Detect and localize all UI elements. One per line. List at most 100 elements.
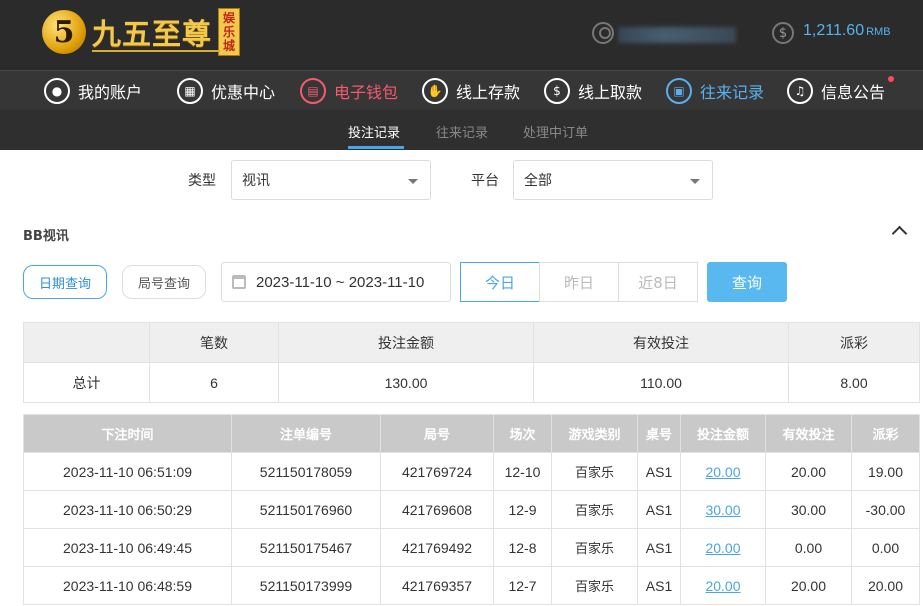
valid-bet: 30.00 <box>765 490 852 529</box>
tab-pending-orders[interactable]: 处理中订单 <box>523 122 588 141</box>
nav-e-wallet[interactable]: ▤ 电子钱包 <box>300 76 398 106</box>
session: 12-9 <box>493 490 552 529</box>
bet-amount-link[interactable]: 20.00 <box>705 540 740 556</box>
deposit-icon: ✋ <box>422 78 448 104</box>
quick-today-button[interactable]: 今日 <box>460 262 540 302</box>
game-type: 百家乐 <box>551 452 638 491</box>
round-id: 421769724 <box>380 452 494 491</box>
payout: 0.00 <box>851 528 920 567</box>
tab-transaction-records[interactable]: 往来记录 <box>436 122 488 141</box>
query-button[interactable]: 查询 <box>707 262 787 302</box>
column-header: 游戏类别 <box>551 414 638 453</box>
bet-time: 2023-11-10 06:49:45 <box>23 528 232 567</box>
bet-time: 2023-11-10 06:51:09 <box>23 452 232 491</box>
summary-header-row: 笔数 投注金额 有效投注 派彩 <box>23 322 920 363</box>
nav-label: 优惠中心 <box>211 83 276 102</box>
table-no: AS1 <box>637 528 681 567</box>
payout: -30.00 <box>851 490 920 529</box>
balance-amount: 1,211.60 <box>803 22 865 39</box>
session: 12-10 <box>493 452 552 491</box>
nav-label: 信息公告 <box>821 83 886 102</box>
nav-label: 线上取款 <box>578 83 643 102</box>
gift-icon: ▦ <box>177 78 203 104</box>
summary-cell: 8.00 <box>788 362 920 403</box>
platform-label: 平台 <box>471 173 499 189</box>
column-header: 注单编号 <box>231 414 381 453</box>
nav-transaction-records[interactable]: ▣ 往来记录 <box>666 76 764 106</box>
top-bar: 5 九五至尊 娱 乐 城 $ 1,211.60 RMB <box>0 0 923 70</box>
valid-bet: 20.00 <box>765 452 852 491</box>
summary-header: 笔数 <box>149 322 279 363</box>
platform-select[interactable]: 全部 <box>513 160 713 200</box>
type-label: 类型 <box>188 173 216 189</box>
date-query-button[interactable]: 日期查询 <box>23 265 107 299</box>
bet-id: 521150178059 <box>231 452 381 491</box>
column-header: 派彩 <box>851 414 920 453</box>
nav-announcements[interactable]: ♫ 信息公告 <box>787 76 895 106</box>
quick-last8days-button[interactable]: 近8日 <box>618 262 698 302</box>
main-nav: ● 我的账户 ▦ 优惠中心 ▤ 电子钱包 ✋ 线上存款 $ 线上取款 ▣ 往来记… <box>0 70 923 110</box>
logo-underline <box>92 50 220 52</box>
brand-badge: 娱 乐 城 <box>218 8 241 56</box>
sub-tabs: 投注记录 往来记录 处理中订单 <box>0 110 923 150</box>
nav-label: 线上存款 <box>456 83 521 102</box>
summary-table: 笔数 投注金额 有效投注 派彩 总计 6 130.00 110.00 8.00 <box>23 322 920 403</box>
logo-emblem: 5 <box>42 10 86 54</box>
badge-char: 城 <box>223 39 236 53</box>
column-header: 投注金额 <box>680 414 766 453</box>
column-header: 桌号 <box>637 414 681 453</box>
column-header: 下注时间 <box>23 414 232 453</box>
user-icon[interactable] <box>592 22 614 44</box>
platform-select-value: 全部 <box>524 173 552 189</box>
type-select[interactable]: 视讯 <box>231 160 431 200</box>
summary-row: 总计 6 130.00 110.00 8.00 <box>23 362 920 403</box>
dollar-icon: $ <box>772 22 794 44</box>
bet-time: 2023-11-10 06:50:29 <box>23 490 232 529</box>
column-header: 局号 <box>380 414 494 453</box>
bet-amount-link[interactable]: 30.00 <box>705 502 740 518</box>
game-type: 百家乐 <box>551 528 638 567</box>
nav-promotions[interactable]: ▦ 优惠中心 <box>177 76 275 106</box>
record-icon: ▣ <box>666 78 692 104</box>
active-tab-indicator <box>348 146 404 149</box>
table-no: AS1 <box>637 490 681 529</box>
username-redacted <box>618 27 736 43</box>
column-header: 场次 <box>493 414 552 453</box>
table-row: 2023-11-10 06:49:45 521150175467 4217694… <box>23 528 920 567</box>
table-no: AS1 <box>637 452 681 491</box>
nav-label: 我的账户 <box>78 83 143 102</box>
quick-yesterday-button[interactable]: 昨日 <box>539 262 619 302</box>
summary-cell: 110.00 <box>533 362 789 403</box>
chevron-up-icon[interactable] <box>891 225 908 242</box>
bet-amount-link[interactable]: 20.00 <box>705 464 740 480</box>
nav-online-withdraw[interactable]: $ 线上取款 <box>544 76 642 106</box>
table-row: 2023-11-10 06:50:29 521150176960 4217696… <box>23 490 920 529</box>
bet-id: 521150176960 <box>231 490 381 529</box>
table-row: 2023-11-10 06:51:09 521150178059 4217697… <box>23 452 920 491</box>
summary-cell: 130.00 <box>278 362 534 403</box>
section-title: BB视讯 <box>23 229 69 244</box>
bell-icon: ♫ <box>787 78 813 104</box>
nav-online-deposit[interactable]: ✋ 线上存款 <box>422 76 520 106</box>
summary-header <box>23 322 150 363</box>
bet-records-table: 下注时间 注单编号 局号 场次 游戏类别 桌号 投注金额 有效投注 派彩 202… <box>23 414 920 605</box>
user-icon: ● <box>44 78 70 104</box>
nav-label: 电子钱包 <box>334 83 399 102</box>
tab-bet-records[interactable]: 投注记录 <box>348 122 400 141</box>
nav-my-account[interactable]: ● 我的账户 <box>44 76 142 106</box>
summary-cell: 6 <box>149 362 279 403</box>
date-range-value: 2023-11-10 ~ 2023-11-10 <box>256 273 425 291</box>
summary-header: 投注金额 <box>278 322 534 363</box>
date-range-picker[interactable]: 2023-11-10 ~ 2023-11-10 <box>221 262 451 302</box>
notification-dot <box>888 76 895 82</box>
badge-char: 乐 <box>223 25 236 39</box>
round-query-button[interactable]: 局号查询 <box>122 265 206 299</box>
summary-header: 有效投注 <box>533 322 789 363</box>
withdraw-icon: $ <box>544 78 570 104</box>
game-type: 百家乐 <box>551 490 638 529</box>
wallet-icon: ▤ <box>300 78 326 104</box>
bet-amount-link[interactable]: 20.00 <box>705 578 740 594</box>
bet-time: 2023-11-10 06:48:59 <box>23 566 232 605</box>
session: 12-8 <box>493 528 552 567</box>
nav-label: 往来记录 <box>700 83 765 102</box>
